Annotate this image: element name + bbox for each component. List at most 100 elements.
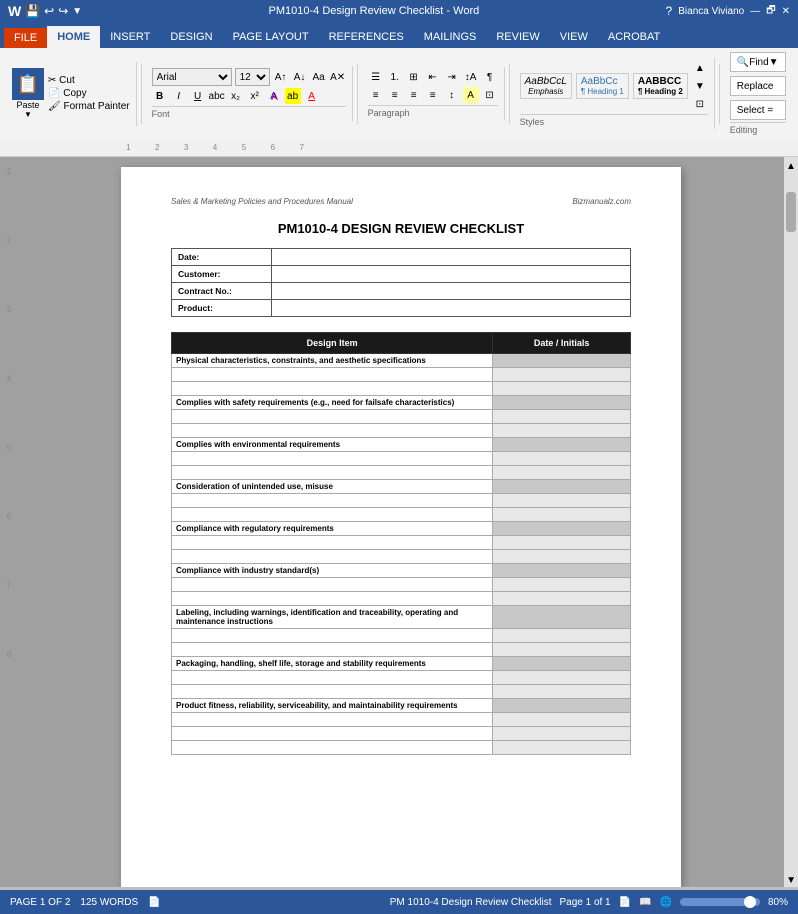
scroll-up-arrow[interactable]: ▲ [786, 161, 796, 172]
subscript-button[interactable]: x₂ [228, 88, 244, 104]
checklist-item-cell[interactable] [172, 713, 493, 727]
checklist-date-cell[interactable] [493, 466, 631, 480]
tab-file[interactable]: FILE [4, 28, 47, 48]
quick-redo[interactable]: ↪ [58, 4, 68, 18]
checklist-item-cell[interactable] [172, 494, 493, 508]
checklist-item-cell[interactable]: Packaging, handling, shelf life, storage… [172, 657, 493, 671]
select-button[interactable]: Select = [730, 100, 786, 120]
checklist-date-cell[interactable] [493, 368, 631, 382]
align-left-button[interactable]: ≡ [368, 87, 384, 103]
checklist-item-cell[interactable]: Labeling, including warnings, identifica… [172, 606, 493, 629]
superscript-button[interactable]: x² [247, 88, 263, 104]
font-color-button[interactable]: A [304, 88, 320, 104]
style-heading2[interactable]: AABBCC ¶ Heading 2 [633, 73, 688, 99]
checklist-date-cell[interactable] [493, 480, 631, 494]
text-highlight-button[interactable]: ab [285, 88, 301, 104]
zoom-slider[interactable] [680, 898, 760, 906]
replace-button[interactable]: Replace [730, 76, 786, 96]
styles-scroll-up[interactable]: ▲ [692, 60, 708, 76]
shading-button[interactable]: A [463, 87, 479, 103]
style-heading1[interactable]: AaBbCc ¶ Heading 1 [576, 73, 629, 99]
font-size-select[interactable]: 12 [235, 68, 270, 86]
checklist-date-cell[interactable] [493, 508, 631, 522]
style-emphasis[interactable]: AaBbCcL Emphasis [520, 73, 572, 99]
view-print-icon[interactable]: 📄 [619, 897, 631, 908]
tab-view[interactable]: VIEW [550, 26, 598, 48]
tab-page-layout[interactable]: PAGE LAYOUT [223, 26, 319, 48]
checklist-date-cell[interactable] [493, 536, 631, 550]
product-value[interactable] [272, 300, 631, 317]
sort-button[interactable]: ↕A [463, 69, 479, 85]
tab-home[interactable]: HOME [47, 26, 100, 48]
checklist-item-cell[interactable] [172, 685, 493, 699]
minimize-button[interactable]: — [750, 6, 760, 17]
checklist-date-cell[interactable] [493, 657, 631, 671]
quick-more[interactable]: ▼ [72, 6, 82, 17]
checklist-date-cell[interactable] [493, 685, 631, 699]
contract-value[interactable] [272, 283, 631, 300]
tab-references[interactable]: REFERENCES [319, 26, 414, 48]
checklist-date-cell[interactable] [493, 522, 631, 536]
checklist-date-cell[interactable] [493, 699, 631, 713]
checklist-item-cell[interactable] [172, 410, 493, 424]
checklist-date-cell[interactable] [493, 741, 631, 755]
increase-indent-button[interactable]: ⇥ [444, 69, 460, 85]
tab-mailings[interactable]: MAILINGS [414, 26, 487, 48]
decrease-font-button[interactable]: A↓ [292, 69, 308, 85]
vertical-scrollbar[interactable]: ▲ ▼ [784, 157, 798, 887]
justify-button[interactable]: ≡ [425, 87, 441, 103]
find-button[interactable]: 🔍 Find ▼ [730, 52, 786, 72]
checklist-item-cell[interactable] [172, 578, 493, 592]
checklist-item-cell[interactable] [172, 424, 493, 438]
scroll-down-arrow[interactable]: ▼ [786, 875, 796, 886]
show-formatting-button[interactable]: ¶ [482, 69, 498, 85]
checklist-date-cell[interactable] [493, 643, 631, 657]
change-case-button[interactable]: Aa [311, 69, 327, 85]
styles-scroll-down[interactable]: ▼ [692, 78, 708, 94]
checklist-item-cell[interactable]: Consideration of unintended use, misuse [172, 480, 493, 494]
checklist-date-cell[interactable] [493, 494, 631, 508]
find-dropdown[interactable]: ▼ [769, 57, 779, 68]
zoom-thumb[interactable] [744, 896, 756, 908]
quick-save[interactable]: 💾 [25, 4, 40, 18]
checklist-item-cell[interactable] [172, 592, 493, 606]
checklist-item-cell[interactable]: Complies with environmental requirements [172, 438, 493, 452]
font-family-select[interactable]: Arial [152, 68, 232, 86]
quick-undo[interactable]: ↩ [44, 4, 54, 18]
restore-button[interactable]: 🗗 [766, 3, 775, 20]
bullets-button[interactable]: ☰ [368, 69, 384, 85]
checklist-date-cell[interactable] [493, 410, 631, 424]
tab-design[interactable]: DESIGN [160, 26, 222, 48]
underline-button[interactable]: U [190, 88, 206, 104]
paste-dropdown[interactable]: ▼ [24, 110, 32, 119]
checklist-date-cell[interactable] [493, 671, 631, 685]
checklist-date-cell[interactable] [493, 629, 631, 643]
checklist-date-cell[interactable] [493, 452, 631, 466]
checklist-date-cell[interactable] [493, 354, 631, 368]
checklist-date-cell[interactable] [493, 550, 631, 564]
checklist-item-cell[interactable] [172, 382, 493, 396]
checklist-date-cell[interactable] [493, 424, 631, 438]
tab-insert[interactable]: INSERT [100, 26, 160, 48]
format-painter-button[interactable]: 🖌 Format Painter [48, 101, 130, 112]
view-read-icon[interactable]: 📖 [639, 897, 651, 908]
cut-button[interactable]: ✂ Cut [48, 75, 130, 86]
checklist-item-cell[interactable] [172, 536, 493, 550]
checklist-item-cell[interactable]: Physical characteristics, constraints, a… [172, 354, 493, 368]
date-value[interactable] [272, 249, 631, 266]
strikethrough-button[interactable]: abc [209, 88, 225, 104]
decrease-indent-button[interactable]: ⇤ [425, 69, 441, 85]
view-web-icon[interactable]: 🌐 [660, 897, 672, 908]
paste-button[interactable]: 📋 Paste ▼ [10, 66, 46, 121]
checklist-date-cell[interactable] [493, 438, 631, 452]
checklist-item-cell[interactable] [172, 466, 493, 480]
checklist-item-cell[interactable]: Compliance with regulatory requirements [172, 522, 493, 536]
numbering-button[interactable]: 1. [387, 69, 403, 85]
text-effects-button[interactable]: A [266, 88, 282, 104]
checklist-date-cell[interactable] [493, 578, 631, 592]
checklist-item-cell[interactable] [172, 643, 493, 657]
checklist-item-cell[interactable] [172, 629, 493, 643]
scrollbar-thumb[interactable] [786, 192, 796, 232]
checklist-item-cell[interactable]: Complies with safety requirements (e.g.,… [172, 396, 493, 410]
bold-button[interactable]: B [152, 88, 168, 104]
